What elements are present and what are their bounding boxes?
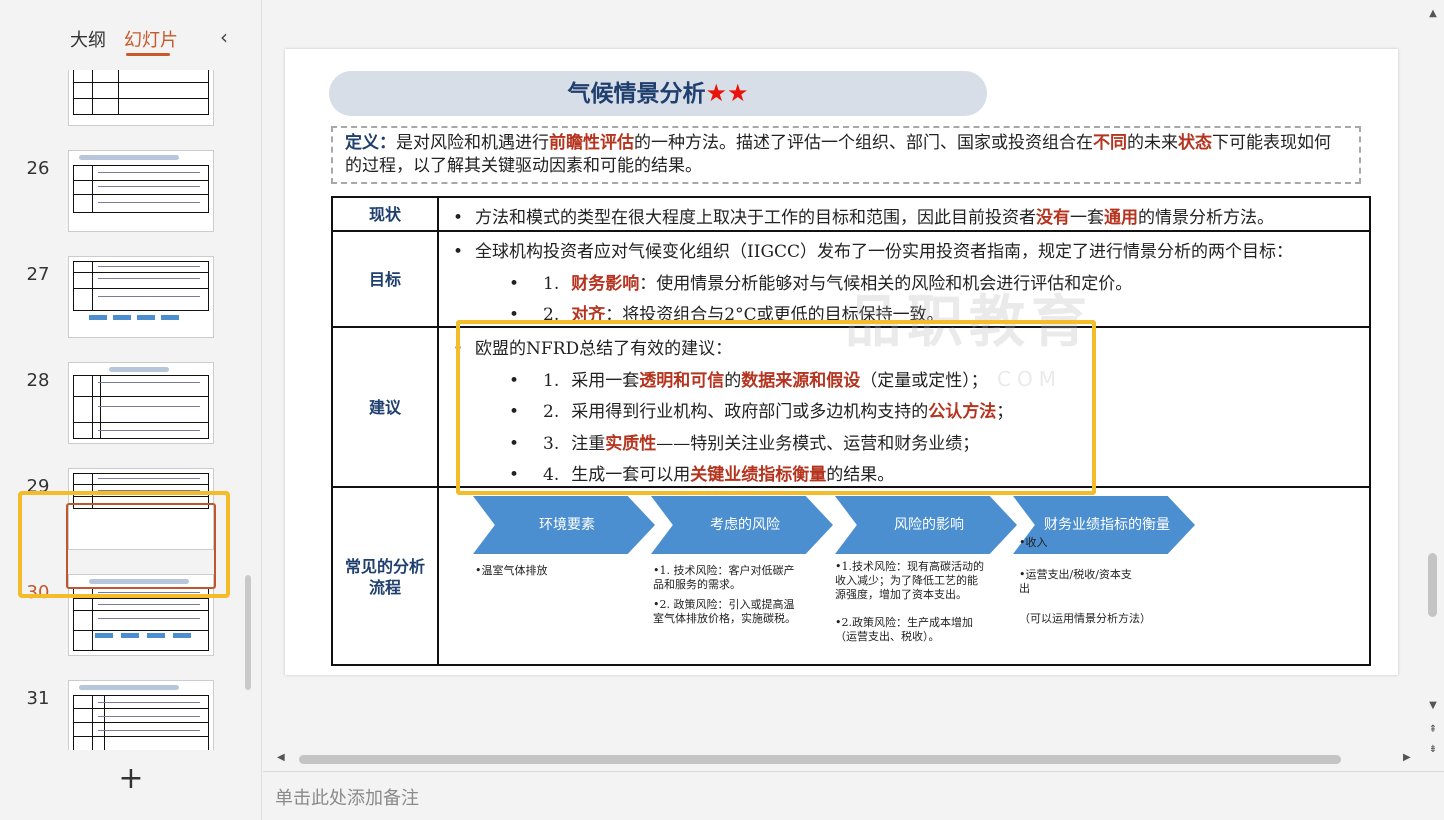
notes-placeholder[interactable]: 单击此处添加备注 <box>275 784 419 810</box>
flow-detail: •1.技术风险：现有高碳活动的收入减少；为了降低工艺的能源强度，增加了资本支出。 <box>835 560 984 601</box>
slide-thumbnail-list[interactable]: 26 27 28 29 30 31 <box>0 70 248 750</box>
slide-number: 27 <box>26 264 50 285</box>
slide-thumbnail[interactable] <box>68 362 214 444</box>
definition-text: 的一种方法。描述了评估一个组织、部门、国家或投资组合在 <box>634 133 1093 153</box>
next-slide-icon[interactable]: ⇟ <box>1426 744 1440 755</box>
sub-bullet-item: • 2. 采用得到行业机构、政府部门或多边机构支持的公认方法； <box>509 402 1014 422</box>
flow-detail: •2. 政策风险：引入或提高温室气体排放价格，实施碳税。 <box>653 598 796 625</box>
row-label: 现状 <box>333 198 439 230</box>
row-content: 欧盟的NFRD总结了有效的建议： •1.采用一套透明和可信的数据来源和假设（定量… <box>441 328 1369 486</box>
sub-bullet-item: • 1. 财务影响：使用情景分析能够对与气候相关的风险和机会进行评估和定价。 <box>509 274 1133 294</box>
sub-bullet-item: • 2. 对齐：将投资组合与2°C或更低的目标保持一致。 <box>509 305 944 325</box>
flow-detail: （可以运用情景分析方法） <box>1019 612 1151 625</box>
definition-text: 的未来 <box>1127 133 1178 153</box>
flow-detail: •收入 <box>1019 536 1048 549</box>
slide-number: 28 <box>26 370 50 391</box>
definition-label: 定义： <box>345 133 396 153</box>
definition-text: 是对风险和机遇进行 <box>396 133 549 153</box>
vertical-scrollbar[interactable] <box>1428 553 1437 617</box>
slide-canvas[interactable]: 气候情景分析★★ 定义：是对风险和机遇进行前瞻性评估的一种方法。描述了评估一个组… <box>285 49 1398 675</box>
definition-box[interactable]: 定义：是对风险和机遇进行前瞻性评估的一种方法。描述了评估一个组织、部门、国家或投… <box>331 126 1361 184</box>
sub-bullet-item: • 4. 生成一套可以用关键业绩指标衡量的结果。 <box>509 465 895 485</box>
row-content: 环境要素 考虑的风险 风险的影响 财务业绩指标的衡量 •温室气体排放 •1. 技… <box>441 488 1369 666</box>
row-label: 目标 <box>333 232 439 326</box>
scroll-down-icon[interactable]: ▼ <box>1426 700 1440 711</box>
slide-thumbnail[interactable] <box>68 150 214 232</box>
scroll-left-icon[interactable]: ◀ <box>277 752 285 763</box>
slide-title: 气候情景分析 <box>567 80 706 107</box>
scroll-up-icon[interactable]: ▲ <box>1426 8 1440 19</box>
scroll-right-icon[interactable]: ▶ <box>1403 752 1411 763</box>
collapse-panel-icon[interactable]: ‹ <box>214 26 234 48</box>
process-step: 考虑的风险 <box>651 496 833 554</box>
definition-highlight: 状态 <box>1178 133 1212 153</box>
prev-slide-icon[interactable]: ⇞ <box>1426 724 1440 735</box>
process-step: 环境要素 <box>473 496 655 554</box>
thumbnail-scrollbar[interactable] <box>245 575 251 690</box>
table-row-status: 现状 方法和模式的类型在很大程度上取决于工作的目标和范围，因此目前投资者没有一套… <box>333 198 1369 232</box>
definition-highlight: 前瞻性评估 <box>549 133 634 153</box>
definition-highlight: 不同 <box>1093 133 1127 153</box>
slide-panel: 大纲 幻灯片 ‹ 26 27 28 29 30 31 + <box>0 0 262 820</box>
flow-detail: •温室气体排放 <box>475 564 548 577</box>
bullet-item: 欧盟的NFRD总结了有效的建议： <box>453 334 732 359</box>
active-tab-indicator <box>126 53 170 56</box>
tab-outline[interactable]: 大纲 <box>70 26 106 52</box>
slide-number: 31 <box>26 688 50 709</box>
flow-detail: •运营支出/税收/资本支出 <box>1019 568 1132 595</box>
table-row-flow: 常见的分析流程 环境要素 考虑的风险 风险的影响 财务业绩指标的衡量 •温室气体… <box>333 488 1369 666</box>
notes-pane[interactable]: 单击此处添加备注 <box>263 771 1444 820</box>
slide-thumbnail[interactable] <box>68 256 214 338</box>
row-label: 建议 <box>333 328 439 486</box>
slide-editor: 气候情景分析★★ 定义：是对风险和机遇进行前瞻性评估的一种方法。描述了评估一个组… <box>263 0 1444 770</box>
table-row-advice: 建议 欧盟的NFRD总结了有效的建议： •1.采用一套透明和可信的数据来源和假设… <box>333 328 1369 488</box>
star-icons: ★★ <box>705 79 749 107</box>
horizontal-scrollbar[interactable] <box>299 755 1341 764</box>
add-slide-icon[interactable]: + <box>116 764 146 796</box>
sub-bullet-item: • 1. 采用一套透明和可信的数据来源和假设（定量或定性）； <box>509 371 988 391</box>
process-step: 风险的影响 <box>835 496 1017 554</box>
flow-detail: •1. 技术风险：客户对低碳产品和服务的需求。 <box>653 564 795 591</box>
selected-slide-border <box>66 503 216 589</box>
content-table[interactable]: 现状 方法和模式的类型在很大程度上取决于工作的目标和范围，因此目前投资者没有一套… <box>331 196 1371 666</box>
row-content: 全球机构投资者应对气候变化组织（IIGCC）发布了一份实用投资者指南，规定了进行… <box>441 232 1369 326</box>
row-label: 常见的分析流程 <box>333 488 439 666</box>
bullet-item: 方法和模式的类型在很大程度上取决于工作的目标和范围，因此目前投资者没有一套通用的… <box>453 203 1274 228</box>
flow-detail: •2.政策风险：生产成本增加（运营支出、税收）。 <box>835 616 973 643</box>
table-row-goal: 目标 全球机构投资者应对气候变化组织（IIGCC）发布了一份实用投资者指南，规定… <box>333 232 1369 328</box>
slide-thumbnail[interactable] <box>68 70 214 126</box>
row-content: 方法和模式的类型在很大程度上取决于工作的目标和范围，因此目前投资者没有一套通用的… <box>441 198 1369 230</box>
slide-number: 26 <box>26 158 50 179</box>
sub-bullet-item: • 3. 注重实质性——特别关注业务模式、运营和财务业绩； <box>509 434 980 454</box>
slide-title-bar[interactable]: 气候情景分析★★ <box>329 71 987 116</box>
slide-thumbnail[interactable] <box>68 680 214 750</box>
tab-slides[interactable]: 幻灯片 <box>124 26 178 52</box>
bullet-item: 全球机构投资者应对气候变化组织（IIGCC）发布了一份实用投资者指南，规定了进行… <box>453 237 1293 262</box>
